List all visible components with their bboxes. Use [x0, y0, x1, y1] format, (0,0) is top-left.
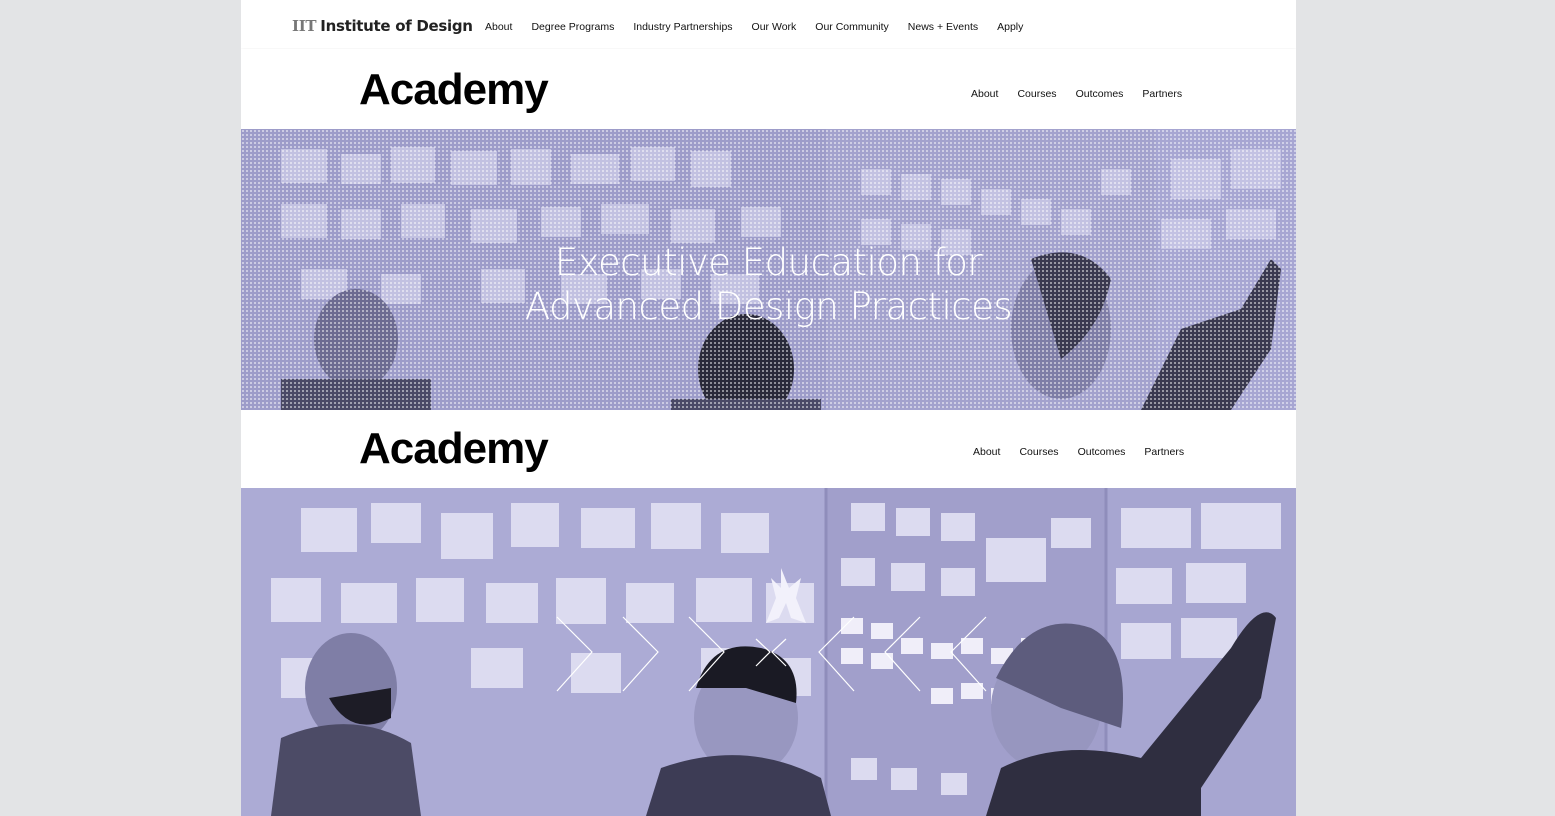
academy-link-outcomes[interactable]: Outcomes — [1076, 88, 1124, 100]
academy-title[interactable]: Academy — [359, 424, 549, 474]
academy-link-partners[interactable]: Partners — [1144, 446, 1184, 458]
academy-nav-links: About Courses Outcomes Partners — [973, 446, 1203, 458]
academy-link-outcomes[interactable]: Outcomes — [1078, 446, 1126, 458]
nav-link-degree-programs[interactable]: Degree Programs — [531, 21, 614, 33]
academy-link-about[interactable]: About — [973, 446, 1000, 458]
academy-title[interactable]: Academy — [359, 65, 549, 115]
hero-photo — [241, 488, 1296, 816]
academy-link-partners[interactable]: Partners — [1142, 88, 1182, 100]
nav-link-apply[interactable]: Apply — [997, 21, 1023, 33]
global-nav: IIT Institute of Design About Degree Prog… — [241, 0, 1296, 48]
nav-link-our-work[interactable]: Our Work — [752, 21, 797, 33]
nav-link-about[interactable]: About — [485, 21, 512, 33]
nav-link-our-community[interactable]: Our Community — [815, 21, 889, 33]
nav-link-industry-partnerships[interactable]: Industry Partnerships — [633, 21, 732, 33]
hero-photo-section — [241, 488, 1296, 816]
logo-text: Institute of Design — [320, 17, 473, 35]
global-nav-links: About Degree Programs Industry Partnersh… — [485, 21, 1042, 33]
page-canvas: IIT Institute of Design About Degree Prog… — [241, 0, 1296, 816]
academy-header: Academy About Courses Outcomes Partners — [241, 49, 1296, 129]
hero-heading: Executive Education for Advanced Design … — [241, 241, 1296, 329]
academy-header-sticky: Academy About Courses Outcomes Partners — [241, 410, 1296, 489]
academy-link-about[interactable]: About — [971, 88, 998, 100]
academy-nav-links: About Courses Outcomes Partners — [971, 88, 1201, 100]
hero-heading-line2: Advanced Design Practices — [524, 285, 1013, 328]
hero-banner: Executive Education for Advanced Design … — [241, 129, 1296, 410]
logo-prefix: IIT — [292, 17, 317, 35]
academy-link-courses[interactable]: Courses — [1017, 88, 1056, 100]
academy-link-courses[interactable]: Courses — [1019, 446, 1058, 458]
hero-heading-line1: Executive Education for — [554, 241, 983, 284]
site-logo[interactable]: IIT Institute of Design — [292, 17, 473, 35]
nav-link-news-events[interactable]: News + Events — [908, 21, 978, 33]
